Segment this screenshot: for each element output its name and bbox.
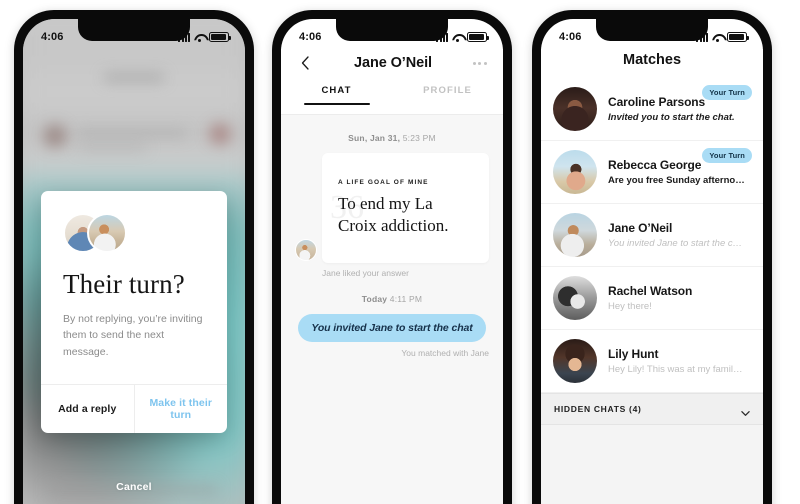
avatar (295, 238, 317, 261)
matches-list: Caroline Parsons Invited you to start th… (541, 78, 763, 393)
hidden-chats-label: HIDDEN CHATS (4) (554, 404, 642, 414)
chat-header: Jane O’Neil (281, 49, 503, 81)
notch-3 (596, 19, 708, 41)
timestamp-day: Today (361, 293, 388, 304)
blurred-title-ghost (104, 73, 164, 82)
avatar (553, 87, 597, 131)
more-options-icon[interactable] (472, 61, 487, 65)
match-preview: Invited you to start the chat. (608, 112, 735, 123)
match-preview: Hey there! (608, 301, 652, 312)
phone-device-3: 4:06 Matches Caroline Parsons Invited yo… (532, 10, 772, 504)
match-row[interactable]: Rachel Watson Hey there! (541, 267, 763, 330)
chat-title: Jane O’Neil (354, 55, 432, 71)
dialog-title: Their turn? (63, 269, 185, 299)
matched-note: You matched with Jane (401, 347, 489, 358)
avatar (87, 213, 127, 253)
answer-card-row: 36 A LIFE GOAL OF MINE To end my La Croi… (295, 153, 489, 263)
phone-3-screen: 4:06 Matches Caroline Parsons Invited yo… (541, 19, 763, 504)
card-prompt-label: A LIFE GOAL OF MINE (338, 179, 429, 186)
timestamp-time: 4:11 PM (387, 293, 423, 304)
blurred-line-ghost (77, 144, 147, 151)
cancel-row: Cancel (23, 477, 245, 495)
tab-active-underline (303, 103, 370, 105)
dialog-body: Their turn? By not replying, you’re invi… (41, 191, 227, 384)
battery-icon (727, 32, 749, 42)
status-time: 4:06 (299, 31, 322, 43)
back-arrow-icon[interactable] (297, 55, 313, 71)
chevron-down-icon[interactable] (741, 405, 750, 416)
match-name: Lily Hunt (608, 347, 659, 361)
tab-profile-label: PROFILE (423, 85, 472, 96)
match-row[interactable]: Jane O’Neil You invited Jane to start th… (541, 204, 763, 267)
add-a-reply-button[interactable]: Add a reply (41, 385, 134, 433)
avatar (553, 339, 597, 383)
match-name: Rachel Watson (608, 284, 693, 298)
message-timestamp: Today 4:11 PM (295, 294, 489, 304)
match-name: Jane O’Neil (608, 221, 673, 235)
message-timestamp: Sun, Jan 31, 5:23 PM (295, 133, 489, 143)
match-info: Jane O’Neil You invited Jane to start th… (608, 221, 751, 249)
answer-card[interactable]: 36 A LIFE GOAL OF MINE To end my La Croi… (322, 153, 489, 263)
match-preview: Are you free Sunday afternoon? (608, 175, 747, 186)
match-preview: You invited Jane to start the chat. (608, 238, 747, 249)
match-row[interactable]: Caroline Parsons Invited you to start th… (541, 78, 763, 141)
notch-1 (78, 19, 190, 41)
match-row[interactable]: Rebecca George Are you free Sunday after… (541, 141, 763, 204)
phone-device-1: 4:06 Their turn? By not replying, you’re… (14, 10, 254, 504)
status-time: 4:06 (41, 31, 64, 43)
wifi-icon (452, 33, 463, 42)
match-info: Rachel Watson Hey there! (608, 284, 751, 312)
status-time: 4:06 (559, 31, 582, 43)
avatar (553, 213, 597, 257)
system-bubble-row: You invited Jane to start the chat (295, 313, 489, 342)
tab-inactive-underline (415, 103, 481, 105)
make-it-their-turn-button[interactable]: Make it their turn (133, 384, 228, 433)
chat-message-list: Sun, Jan 31, 5:23 PM 36 A LIFE GOAL OF M… (281, 115, 503, 504)
avatar (553, 276, 597, 320)
blurred-avatar-ghost (209, 123, 231, 145)
avatar-pair (63, 213, 129, 253)
phone-1-screen: 4:06 Their turn? By not replying, you’re… (23, 19, 245, 504)
match-preview: Hey Lily! This was at my family’s beac… (608, 364, 747, 375)
phone-device-2: 4:06 Jane O’Neil CHAT PROFILE Sun, Jan 3… (272, 10, 512, 504)
battery-icon (467, 32, 489, 42)
timestamp-day: Sun, Jan 31, (348, 133, 401, 143)
their-turn-dialog: Their turn? By not replying, you’re invi… (41, 191, 227, 433)
match-row[interactable]: Lily Hunt Hey Lily! This was at my famil… (541, 330, 763, 393)
tab-profile[interactable]: PROFILE (392, 81, 503, 114)
battery-icon (209, 32, 231, 42)
timestamp-time: 5:23 PM (400, 133, 436, 143)
phone-2-screen: 4:06 Jane O’Neil CHAT PROFILE Sun, Jan 3… (281, 19, 503, 504)
your-turn-badge: Your Turn (702, 85, 752, 100)
your-turn-badge: Your Turn (702, 148, 752, 163)
invite-bubble: You invited Jane to start the chat (298, 313, 486, 342)
matches-header: Matches (541, 49, 763, 78)
wifi-icon (712, 33, 723, 42)
notch-2 (336, 19, 448, 41)
match-info: Lily Hunt Hey Lily! This was at my famil… (608, 347, 751, 375)
dialog-actions: Add a reply Make it their turn (41, 383, 228, 433)
blurred-avatar-ghost (43, 124, 67, 148)
blurred-line-ghost (77, 129, 187, 137)
liked-note: Jane liked your answer (322, 267, 409, 278)
dialog-message: By not replying, you’re inviting them to… (63, 313, 203, 358)
hidden-chats-row[interactable]: HIDDEN CHATS (4) (541, 393, 763, 425)
cancel-button[interactable]: Cancel (116, 481, 152, 493)
matches-empty-area (541, 425, 763, 504)
card-answer-text: To end my La Croix addiction. (338, 194, 449, 235)
screenshot-stage: 4:06 Their turn? By not replying, you’re… (0, 0, 800, 504)
tab-chat-label: CHAT (321, 85, 352, 96)
page-title: Matches (622, 52, 682, 68)
chat-tabs: CHAT PROFILE (281, 81, 503, 114)
avatar (553, 150, 597, 194)
wifi-icon (194, 33, 205, 42)
tab-chat[interactable]: CHAT (281, 81, 392, 114)
